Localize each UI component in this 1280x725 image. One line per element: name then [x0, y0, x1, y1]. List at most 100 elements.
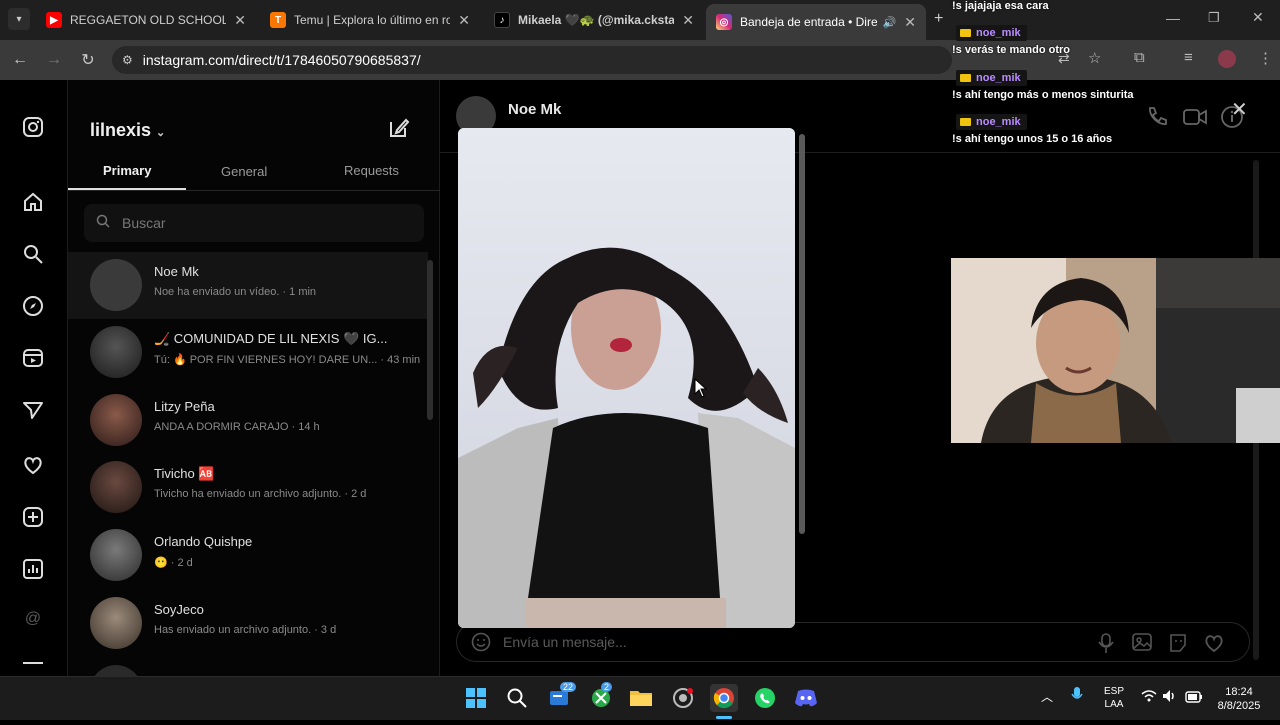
message-placeholder: Envía un mensaje... — [503, 634, 627, 650]
tab-youtube[interactable]: ▶ REGGAETON OLD SCHOOL VS ✕ — [36, 6, 256, 34]
home-icon[interactable] — [20, 189, 46, 215]
new-tab-button[interactable]: + — [934, 10, 943, 28]
input-language[interactable]: ESP LAA — [1100, 685, 1128, 711]
tray-overflow-chevron-icon[interactable]: ︿ — [1041, 688, 1053, 705]
crown-icon — [960, 74, 971, 82]
tab-title: Mikaela 🖤🐢 (@mika.ckstar) | — [518, 13, 675, 27]
conversation-name: Orlando Quishpe — [154, 534, 253, 549]
conversation-name: Tivicho 🆎 — [154, 466, 215, 481]
tab-title: Bandeja de entrada • Direct — [740, 15, 877, 29]
conversation-preview: 😶 · 2 d — [154, 557, 193, 569]
avatar — [90, 394, 142, 446]
tab-requests[interactable]: Requests — [344, 163, 399, 178]
emoji-icon[interactable] — [471, 632, 491, 657]
tab-search-button[interactable]: ▾ — [8, 8, 30, 30]
profile-avatar[interactable] — [1218, 50, 1236, 68]
url-text: instagram.com/direct/t/17846050790685837… — [142, 52, 421, 68]
close-viewer-icon[interactable]: ✕ — [1231, 97, 1248, 122]
xbox-icon[interactable]: 2 — [587, 682, 615, 712]
explore-compass-icon[interactable] — [20, 293, 46, 319]
chat-username: noe_mik — [976, 116, 1021, 128]
windows-start-icon[interactable] — [462, 684, 490, 712]
notifications-heart-icon[interactable] — [20, 452, 46, 478]
instagram-logo-icon[interactable] — [20, 114, 46, 140]
video-player[interactable] — [458, 128, 795, 628]
dashboard-chart-icon[interactable] — [20, 556, 46, 582]
url-omnibox[interactable]: ⚙ instagram.com/direct/t/178460507906858… — [112, 46, 952, 74]
close-icon[interactable]: ✕ — [458, 12, 470, 29]
app-icon[interactable] — [669, 684, 697, 712]
avatar — [90, 326, 142, 378]
chat-username: noe_mik — [976, 72, 1021, 84]
new-message-icon[interactable] — [388, 117, 410, 144]
avatar — [90, 529, 142, 581]
close-icon[interactable]: ✕ — [682, 12, 694, 29]
chrome-icon[interactable] — [710, 684, 738, 712]
chat-contact-name[interactable]: Noe Mk — [508, 101, 561, 118]
clock[interactable]: 18:24 8/8/2025 — [1212, 685, 1266, 713]
video-scrollbar[interactable] — [797, 130, 807, 628]
forward-button[interactable]: → — [42, 48, 66, 72]
list-scrollbar[interactable] — [427, 260, 433, 420]
extensions-icon[interactable]: ⧉ — [1134, 49, 1145, 66]
battery-icon[interactable] — [1185, 690, 1203, 708]
stream-chat-user: noe_mik — [956, 70, 1027, 86]
active-app-indicator — [716, 716, 732, 719]
tab-instagram[interactable]: ◎ Bandeja de entrada • Direct 🔊 ✕ — [706, 4, 926, 40]
stream-chat-message: !s ahí tengo más o menos sinturita — [952, 89, 1134, 101]
tab-temu[interactable]: T Temu | Explora lo último en ropa ✕ — [260, 6, 480, 34]
maximize-button[interactable]: ❐ — [1208, 10, 1220, 26]
tab-primary[interactable]: Primary — [103, 163, 151, 178]
speaker-icon[interactable]: 🔊 — [883, 16, 897, 29]
back-button[interactable]: ← — [8, 48, 32, 72]
tab-label: General — [221, 164, 268, 179]
reload-button[interactable]: ↻ — [76, 48, 100, 72]
site-info-icon[interactable]: ⚙ — [122, 53, 133, 67]
volume-icon[interactable] — [1162, 689, 1178, 708]
conversation-preview: Tú: 🔥 POR FIN VIERNES HOY! DARE UN... · … — [154, 354, 421, 366]
tab-tiktok[interactable]: ♪ Mikaela 🖤🐢 (@mika.ckstar) | ✕ — [484, 6, 704, 34]
whatsapp-icon[interactable] — [751, 684, 779, 712]
conversation-row[interactable]: 🏒 COMUNIDAD DE LIL NEXIS 🖤 IG... Tú: 🔥 P… — [68, 319, 428, 386]
conversation-row[interactable]: Orlando Quishpe 😶 · 2 d — [68, 522, 428, 589]
conversation-name: 🏒 COMUNIDAD DE LIL NEXIS 🖤 IG... — [154, 331, 388, 346]
minimize-button[interactable]: — — [1166, 10, 1180, 26]
bookmark-star-icon[interactable]: ☆ — [1088, 49, 1101, 67]
search-input[interactable]: Buscar — [84, 204, 424, 242]
heart-icon[interactable] — [1203, 632, 1225, 659]
tab-divider — [68, 190, 440, 191]
conversation-name: Noe Mk — [154, 264, 199, 279]
discord-icon[interactable] — [792, 684, 820, 712]
conversation-row[interactable]: SoyJeco Has enviado un archivo adjunto. … — [68, 590, 428, 657]
message-input[interactable]: Envía un mensaje... — [456, 622, 1250, 662]
threads-icon[interactable]: @ — [20, 606, 46, 632]
reels-icon[interactable] — [20, 345, 46, 371]
close-window-button[interactable]: ✕ — [1252, 9, 1264, 26]
avatar — [90, 597, 142, 649]
conversation-row[interactable]: Tivicho 🆎 Tivicho ha enviado un archivo … — [68, 454, 428, 521]
phone-call-icon[interactable] — [1145, 105, 1169, 134]
create-plus-icon[interactable] — [20, 504, 46, 530]
account-switcher[interactable]: lilnexis ⌄ — [90, 120, 165, 141]
file-explorer-icon[interactable] — [627, 684, 655, 712]
more-menu-icon[interactable] — [20, 656, 46, 670]
tab-label: Primary — [103, 163, 152, 178]
microphone-icon[interactable] — [1097, 632, 1115, 659]
menu-kebab-icon[interactable]: ⋮ — [1258, 49, 1273, 67]
sticker-icon[interactable] — [1167, 632, 1189, 659]
tab-general[interactable]: General — [221, 164, 267, 179]
conversation-row[interactable]: Litzy Peña ANDA A DORMIR CARAJO · 14 h — [68, 387, 428, 454]
search-icon[interactable] — [20, 241, 46, 267]
wifi-icon[interactable] — [1141, 689, 1157, 706]
search-icon[interactable] — [503, 684, 531, 712]
microphone-icon[interactable] — [1071, 686, 1083, 709]
image-icon[interactable] — [1131, 632, 1153, 657]
tiktok-icon: ♪ — [494, 12, 510, 28]
close-icon[interactable]: ✕ — [904, 14, 916, 31]
close-icon[interactable]: ✕ — [234, 12, 246, 29]
conversation-row[interactable]: Noe Mk Noe ha enviado un vídeo. · 1 min — [68, 252, 428, 319]
video-call-icon[interactable] — [1182, 105, 1208, 134]
media-control-icon[interactable]: ≡ — [1184, 49, 1193, 66]
messages-paper-plane-icon[interactable] — [20, 397, 46, 423]
chat-app-icon[interactable]: 22 — [546, 682, 577, 712]
